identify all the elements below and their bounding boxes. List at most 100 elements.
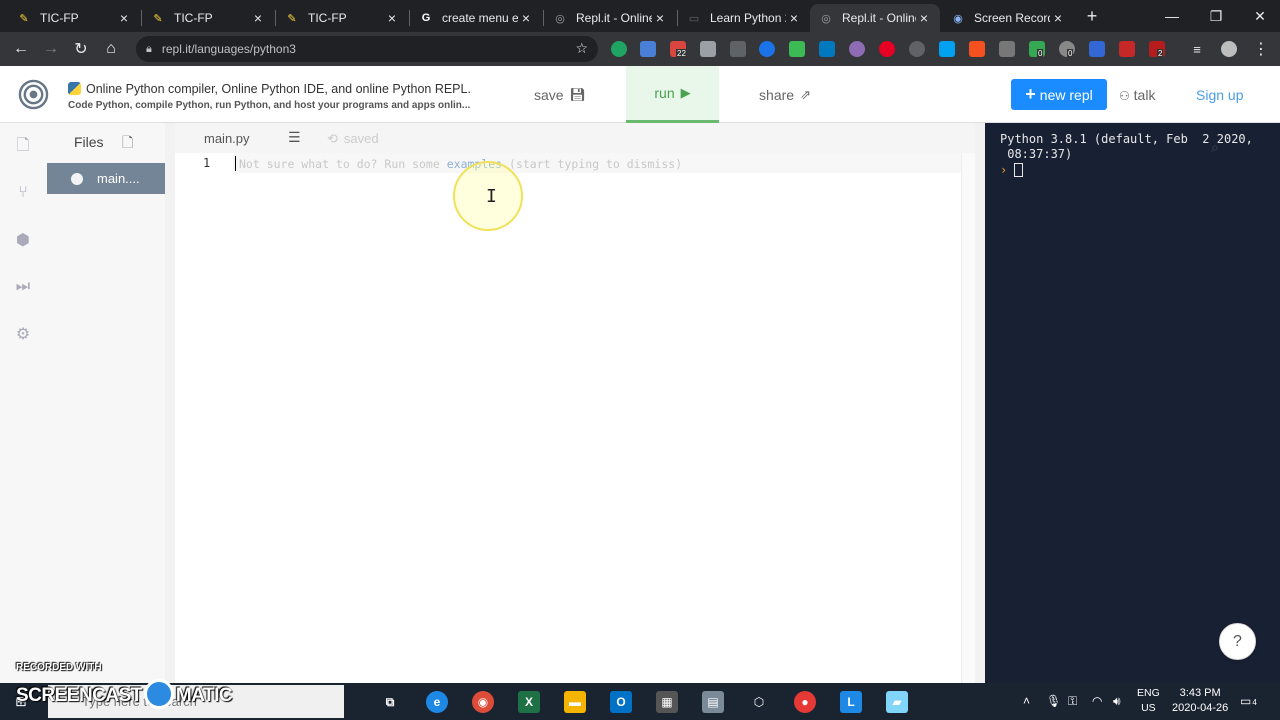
help-button[interactable]: ? xyxy=(1219,623,1256,660)
extension-icon[interactable]: 0 xyxy=(1059,41,1075,58)
close-icon[interactable]: × xyxy=(652,10,668,26)
screen-recorder-icon[interactable]: ● xyxy=(794,691,816,713)
debugger-icon[interactable]: ⏭ xyxy=(12,276,34,298)
forward-icon[interactable]: → xyxy=(40,38,62,60)
home-icon[interactable]: ⌂ xyxy=(100,38,122,60)
add-file-icon[interactable]: 🗋︎ xyxy=(122,132,138,150)
reload-icon[interactable]: ↻ xyxy=(70,38,92,60)
puzzle-icon[interactable] xyxy=(700,41,716,57)
virtualbox-icon[interactable]: ⬡ xyxy=(748,691,770,713)
back-icon[interactable]: ← xyxy=(10,38,32,60)
app-l-icon[interactable]: L xyxy=(840,691,862,713)
save-label: save xyxy=(533,86,564,103)
browser-tab[interactable]: ▭ Learn Python 2 × xyxy=(678,4,810,32)
browser-tab[interactable]: ✎ TIC-FP × xyxy=(142,4,274,32)
windows-ext-icon[interactable] xyxy=(939,41,955,57)
app-icon[interactable]: ▤ xyxy=(702,691,724,713)
play-icon[interactable] xyxy=(759,41,775,57)
edge-icon[interactable]: e xyxy=(426,691,448,713)
input-language[interactable]: ENG US xyxy=(1137,686,1160,716)
bookmark-star-icon[interactable]: ☆ xyxy=(575,40,588,57)
capture-icon[interactable] xyxy=(730,41,746,57)
pinterest-icon[interactable] xyxy=(879,41,895,57)
files-pane: Files 🗋︎ main.... xyxy=(46,123,165,683)
pane-resize-handle[interactable] xyxy=(975,123,985,683)
translate-icon[interactable] xyxy=(640,41,656,57)
line-gutter: 1 xyxy=(175,153,233,683)
close-icon[interactable]: × xyxy=(384,10,400,26)
new-repl-button[interactable]: + new repl xyxy=(1011,79,1107,110)
tray-expand-icon[interactable]: ˄ xyxy=(1023,694,1030,708)
file-explorer-icon[interactable]: ▬ xyxy=(564,691,586,713)
url-text: repl.it/languages/python3 xyxy=(161,42,296,56)
browser-tab[interactable]: ✎ TIC-FP × xyxy=(276,4,408,32)
browser-tab[interactable]: ✎ TIC-FP × xyxy=(8,4,140,32)
browser-tab-active[interactable]: ◎ Repl.it - Online × xyxy=(810,4,940,32)
pdf-icon[interactable] xyxy=(1119,41,1135,57)
taskbar-clock[interactable]: 3:43 PM 2020-04-26 xyxy=(1172,686,1228,716)
close-icon[interactable]: × xyxy=(786,10,802,26)
network-adapter-icon[interactable]: ⚿ xyxy=(1068,694,1077,709)
grammarly-icon[interactable] xyxy=(611,41,627,57)
signup-link[interactable]: Sign up xyxy=(1196,87,1243,103)
outlook-icon[interactable]: O xyxy=(610,691,632,713)
files-icon[interactable]: 🗋︎ xyxy=(12,136,34,158)
close-window-icon[interactable]: ✕ xyxy=(1238,0,1280,32)
minimize-icon[interactable]: — xyxy=(1150,0,1194,32)
editor-file-tab[interactable]: main.py xyxy=(204,131,250,146)
excel-icon[interactable]: X xyxy=(518,691,540,713)
chrome-icon[interactable]: ◉ xyxy=(472,691,494,713)
tab-title: Learn Python 2 xyxy=(710,11,786,25)
code-line[interactable]: Not sure what to do? Run some examples (… xyxy=(233,153,961,173)
trello-icon[interactable] xyxy=(819,41,835,57)
avatar[interactable] xyxy=(1221,41,1237,57)
console-search-icon[interactable]: ⌕ xyxy=(1211,139,1219,156)
talk-link[interactable]: ⚇ talk xyxy=(1119,87,1155,103)
extension-icon[interactable]: 2 xyxy=(1149,41,1165,58)
wifi-icon[interactable]: ◠ xyxy=(1092,694,1102,708)
packages-icon[interactable]: ⬢ xyxy=(12,229,34,251)
version-control-icon[interactable]: ⑂ xyxy=(12,182,34,204)
app-icon[interactable]: ▰ xyxy=(886,691,908,713)
browser-tab[interactable]: ◎ Repl.it - Online × xyxy=(544,4,676,32)
volume-icon[interactable]: 🔊︎ xyxy=(1113,694,1121,709)
replit-logo[interactable] xyxy=(18,79,49,110)
pane-resize-handle[interactable] xyxy=(165,123,175,683)
python-file-icon xyxy=(71,172,83,185)
extension-icon[interactable] xyxy=(1089,41,1105,57)
calculator-icon[interactable]: ▦ xyxy=(656,691,678,713)
new-tab-button[interactable]: + xyxy=(1082,6,1102,26)
tab-title: Repl.it - Online xyxy=(842,11,916,25)
close-icon[interactable]: × xyxy=(250,10,266,26)
save-button[interactable]: save 💾︎ xyxy=(516,66,604,123)
console-pane[interactable]: Python 3.8.1 (default, Feb 2 2020, 08:37… xyxy=(985,123,1280,683)
task-view-icon[interactable]: ⧉ xyxy=(379,691,401,713)
format-icon[interactable]: ☰ xyxy=(288,129,301,146)
files-title: Files xyxy=(74,134,104,150)
clip-icon[interactable] xyxy=(969,41,985,57)
share-button[interactable]: share ⇗ xyxy=(740,66,830,123)
editor-scrollbar[interactable] xyxy=(961,153,975,683)
run-button[interactable]: run ▶ xyxy=(626,66,719,123)
reading-list-icon[interactable]: ≡ xyxy=(1186,38,1208,60)
calendar-ext-icon[interactable]: 22 xyxy=(670,41,687,58)
notifications-icon[interactable]: ▭4 xyxy=(1240,694,1257,708)
pocket-icon[interactable] xyxy=(909,41,925,57)
check-ext-icon[interactable]: 0 xyxy=(1029,41,1045,58)
address-bar[interactable]: 🔒︎ repl.it/languages/python3 ☆ xyxy=(136,36,598,62)
ext-badge: 0 xyxy=(1037,49,1044,58)
close-icon[interactable]: × xyxy=(116,10,132,26)
extension-icon[interactable] xyxy=(999,41,1015,57)
menu-icon[interactable]: ⋮ xyxy=(1250,38,1272,60)
settings-gear-icon[interactable]: ⚙ xyxy=(12,323,34,345)
extension-icon[interactable] xyxy=(849,41,865,57)
microphone-icon[interactable]: 🎙︎ xyxy=(1046,694,1061,708)
shield-icon[interactable] xyxy=(789,41,805,57)
browser-tab[interactable]: ◉ Screen Record × xyxy=(942,4,1074,32)
close-icon[interactable]: × xyxy=(1050,10,1066,26)
restore-icon[interactable]: ❐ xyxy=(1194,0,1238,32)
file-item-main[interactable]: main.... xyxy=(47,163,165,194)
browser-tab[interactable]: G create menu e × xyxy=(410,4,542,32)
close-icon[interactable]: × xyxy=(518,10,534,26)
close-icon[interactable]: × xyxy=(916,10,932,26)
